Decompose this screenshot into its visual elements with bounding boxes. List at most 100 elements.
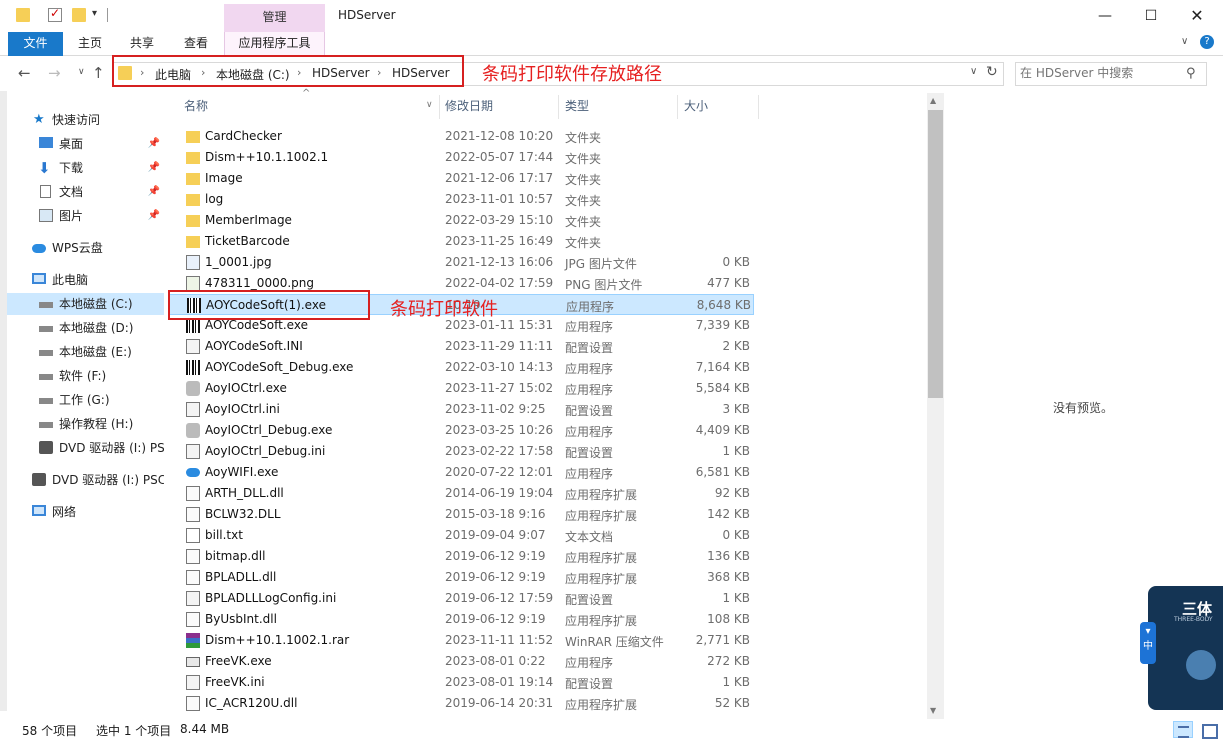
file-row[interactable]: AoyIOCtrl.ini 2023-11-02 9:25 配置设置 3 KB: [168, 399, 754, 420]
sidebar-item-dvd-i[interactable]: DVD 驱动器 (I:) PS: [7, 437, 164, 459]
refresh-icon[interactable]: ↻: [986, 64, 998, 80]
file-row[interactable]: AoyWIFI.exe 2020-07-22 12:01 应用程序 6,581 KB: [168, 462, 754, 483]
chevron-down-icon[interactable]: ∨: [1181, 36, 1188, 47]
scroll-up-icon[interactable]: ▲: [930, 96, 936, 105]
sidebar-item-quick-access[interactable]: ★ 快速访问: [7, 109, 164, 131]
sidebar-item-drive-h[interactable]: 操作教程 (H:): [7, 413, 164, 435]
folder-row[interactable]: CardChecker 2021-12-08 10:20 文件夹: [168, 126, 754, 147]
pin-icon[interactable]: 📌: [148, 133, 160, 155]
sidebar-item-drive-d[interactable]: 本地磁盘 (D:): [7, 317, 164, 339]
file-row[interactable]: bitmap.dll 2019-06-12 9:19 应用程序扩展 136 KB: [168, 546, 754, 567]
sidebar-item-drive-f[interactable]: 软件 (F:): [7, 365, 164, 387]
jpg-icon: [186, 255, 200, 270]
file-name: bill.txt: [205, 528, 243, 542]
file-row[interactable]: FreeVK.exe 2023-08-01 0:22 应用程序 272 KB: [168, 651, 754, 672]
help-icon[interactable]: ?: [1200, 35, 1214, 49]
app-icon: [186, 381, 200, 396]
pin-icon[interactable]: 📌: [148, 205, 160, 227]
folder-row[interactable]: Image 2021-12-06 17:17 文件夹: [168, 168, 754, 189]
folder-row[interactable]: TicketBarcode 2023-11-25 16:49 文件夹: [168, 231, 754, 252]
search-input[interactable]: [1020, 66, 1180, 80]
scrollbar-thumb[interactable]: [928, 110, 943, 398]
sidebar-item-wps[interactable]: WPS云盘: [7, 237, 164, 259]
column-divider[interactable]: [558, 95, 559, 119]
file-row[interactable]: ByUsbInt.dll 2019-06-12 9:19 应用程序扩展 108 KB: [168, 609, 754, 630]
file-row[interactable]: AoyIOCtrl.exe 2023-11-27 15:02 应用程序 5,584 K…: [168, 378, 754, 399]
tab-share[interactable]: 共享: [122, 32, 162, 56]
file-type: 文件夹: [565, 173, 602, 187]
sidebar-item-drive-g[interactable]: 工作 (G:): [7, 389, 164, 411]
tab-home[interactable]: 主页: [70, 32, 110, 56]
file-row[interactable]: BPLADLLLogConfig.ini 2019-06-12 17:59 配置设置…: [168, 588, 754, 609]
chevron-down-icon[interactable]: ∨: [426, 100, 433, 110]
file-row[interactable]: FreeVK.ini 2023-08-01 19:14 配置设置 1 KB: [168, 672, 754, 693]
folder-row[interactable]: MemberImage 2022-03-29 15:10 文件夹: [168, 210, 754, 231]
tab-view[interactable]: 查看: [176, 32, 216, 56]
sidebar-item-network[interactable]: 网络: [7, 501, 164, 523]
close-button[interactable]: ✕: [1174, 0, 1220, 32]
tab-file[interactable]: 文件: [8, 32, 63, 56]
sidebar-item-documents[interactable]: 文档 📌: [7, 181, 164, 203]
file-row[interactable]: AoyIOCtrl_Debug.exe 2023-03-25 10:26 应用程序 4…: [168, 420, 754, 441]
manage-tab[interactable]: 管理: [224, 4, 325, 32]
sidebar-item-this-pc[interactable]: 此电脑: [7, 269, 164, 291]
dll-icon: [186, 612, 200, 627]
sidebar-item-pictures[interactable]: 图片 📌: [7, 205, 164, 227]
folder-icon[interactable]: [16, 8, 30, 22]
file-row[interactable]: AOYCodeSoft.INI 2023-11-29 11:11 配置设置 2 KB: [168, 336, 754, 357]
file-date: 2020-07-22 12:01: [445, 465, 554, 479]
file-name: log: [205, 192, 224, 206]
chevron-down-icon[interactable]: ▾: [92, 8, 97, 19]
sidebar-item-drive-e[interactable]: 本地磁盘 (E:): [7, 341, 164, 363]
file-name: BCLW32.DLL: [205, 507, 281, 521]
sidebar-item-downloads[interactable]: ⬇ 下载 📌: [7, 157, 164, 179]
sidebar-item-dvd-i-root[interactable]: DVD 驱动器 (I:) PSC: [7, 469, 164, 491]
file-row[interactable]: IC_ACR120U.dll 2019-06-14 20:31 应用程序扩展 52 K…: [168, 693, 754, 714]
file-date: 2022-04-02 17:59: [445, 276, 554, 290]
properties-icon[interactable]: [48, 6, 62, 22]
up-button[interactable]: ↑: [92, 64, 105, 82]
sidebar-item-label: DVD 驱动器 (I:) PSC: [52, 473, 164, 487]
chevron-down-icon[interactable]: ∨: [970, 66, 977, 77]
details-view-icon[interactable]: [1173, 721, 1193, 738]
pin-icon[interactable]: 📌: [148, 157, 160, 179]
file-row[interactable]: AOYCodeSoft_Debug.exe 2022-03-10 14:13 应用程…: [168, 357, 754, 378]
item-count: 58 个项目: [22, 724, 78, 738]
folder-row[interactable]: log 2023-11-01 10:57 文件夹: [168, 189, 754, 210]
sidebar-item-desktop[interactable]: 桌面 📌: [7, 133, 164, 155]
column-header-type[interactable]: 类型: [565, 95, 589, 117]
pin-icon[interactable]: 📌: [148, 181, 160, 203]
folder-row[interactable]: Dism++10.1.1002.1 2022-05-07 17:44 文件夹: [168, 147, 754, 168]
large-icons-view-icon[interactable]: [1198, 721, 1218, 739]
file-row[interactable]: ARTH_DLL.dll 2014-06-19 19:04 应用程序扩展 92 KB: [168, 483, 754, 504]
file-date: 2021-12-08 10:20: [445, 129, 554, 143]
widget-tab[interactable]: ▾ 中: [1140, 622, 1156, 664]
file-row[interactable]: Dism++10.1.1002.1.rar 2023-11-11 11:52 Win…: [168, 630, 754, 651]
file-row[interactable]: BPLADLL.dll 2019-06-12 9:19 应用程序扩展 368 KB: [168, 567, 754, 588]
tab-app-tools[interactable]: 应用程序工具: [224, 32, 325, 56]
file-size: 1 KB: [722, 444, 750, 458]
new-folder-icon[interactable]: [72, 8, 86, 22]
search-icon[interactable]: ⚲: [1186, 66, 1196, 81]
column-divider[interactable]: [677, 95, 678, 119]
file-row[interactable]: bill.txt 2019-09-04 9:07 文本文档 0 KB: [168, 525, 754, 546]
file-row[interactable]: BCLW32.DLL 2015-03-18 9:16 应用程序扩展 142 KB: [168, 504, 754, 525]
cloud-icon: [32, 244, 46, 253]
column-divider[interactable]: [758, 95, 759, 119]
forward-button[interactable]: →: [48, 64, 61, 82]
file-row[interactable]: 1_0001.jpg 2021-12-13 16:06 JPG 图片文件 0 KB: [168, 252, 754, 273]
column-divider[interactable]: [439, 95, 440, 119]
column-header-size[interactable]: 大小: [684, 95, 708, 117]
back-button[interactable]: ←: [18, 64, 31, 82]
chevron-down-icon[interactable]: ∨: [78, 67, 85, 77]
file-type: 应用程序: [565, 656, 614, 670]
column-header-name[interactable]: 名称: [184, 95, 208, 117]
file-row[interactable]: AoyIOCtrl_Debug.ini 2023-02-22 17:58 配置设置 1…: [168, 441, 754, 462]
document-icon: [40, 185, 51, 198]
file-name: IC_ACR120U.dll: [205, 696, 298, 710]
scroll-down-icon[interactable]: ▼: [930, 706, 936, 715]
column-header-date[interactable]: 修改日期: [445, 95, 493, 117]
minimize-button[interactable]: —: [1082, 0, 1128, 32]
sidebar-item-drive-c[interactable]: 本地磁盘 (C:): [7, 293, 164, 315]
maximize-button[interactable]: ☐: [1128, 0, 1174, 32]
